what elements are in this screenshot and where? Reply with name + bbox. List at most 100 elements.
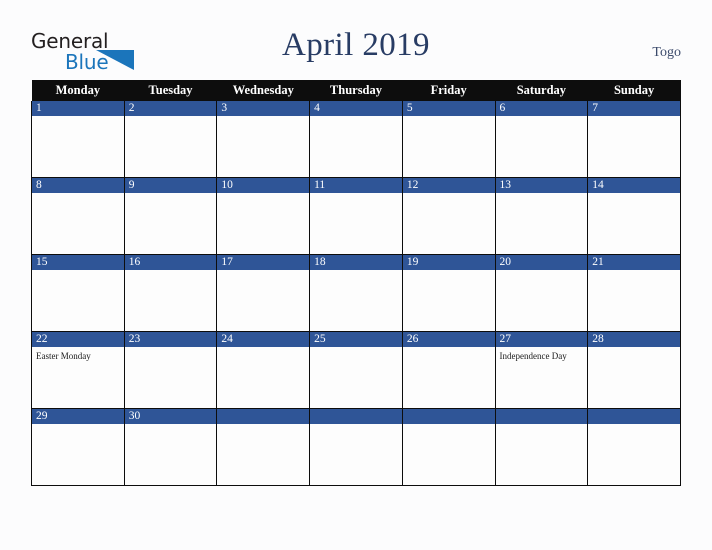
calendar-day-cell[interactable]: 30: [123, 408, 218, 486]
day-events: [588, 193, 680, 197]
day-cell-content: 20: [495, 255, 588, 331]
calendar-day-cell[interactable]: 11: [309, 177, 403, 255]
day-events: [217, 193, 309, 197]
calendar-day-cell[interactable]: 18: [309, 254, 403, 332]
day-number: 25: [310, 332, 402, 347]
calendar-day-cell[interactable]: 28: [587, 331, 681, 409]
holiday-event: Independence Day: [499, 351, 567, 361]
day-cell-content: 11: [310, 178, 402, 254]
calendar-day-cell[interactable]: 16: [123, 254, 218, 332]
day-events: [403, 116, 495, 120]
calendar-day-cell[interactable]: 1: [31, 101, 125, 178]
day-events: [125, 424, 217, 428]
day-number: 8: [32, 178, 124, 193]
calendar-day-cell[interactable]: [216, 408, 311, 486]
weekday-header-friday: Friday: [402, 80, 496, 101]
day-events: [32, 270, 124, 274]
day-number: 3: [217, 101, 310, 116]
calendar-day-cell[interactable]: 26: [401, 331, 496, 409]
calendar-day-cell[interactable]: 25: [309, 331, 403, 409]
weekday-header-wednesday: Wednesday: [216, 80, 310, 101]
calendar-day-cell[interactable]: [587, 408, 681, 486]
calendar-week-row: 22 Easter Monday 23 24 25 26 27 Independence Da…: [31, 331, 681, 409]
day-events: [310, 193, 402, 197]
day-number: [402, 409, 495, 424]
calendar-day-cell[interactable]: 22 Easter Monday: [31, 331, 125, 409]
day-number: 29: [32, 409, 124, 424]
day-cell-content: 23: [124, 332, 217, 408]
calendar-day-cell[interactable]: 19: [401, 254, 496, 332]
day-events: [403, 270, 495, 274]
calendar-day-cell[interactable]: 3: [216, 101, 311, 178]
calendar-day-cell[interactable]: 21: [587, 254, 681, 332]
day-events: [125, 270, 217, 274]
day-events: Easter Monday: [32, 347, 124, 362]
day-events: [125, 193, 217, 197]
day-cell-content: 7: [588, 101, 680, 177]
calendar-day-cell[interactable]: 24: [216, 331, 311, 409]
day-events: [588, 116, 680, 120]
day-cell-content: 12: [402, 178, 495, 254]
day-cell-content: 2: [124, 101, 217, 177]
calendar-day-cell[interactable]: 7: [587, 101, 681, 178]
calendar-day-cell[interactable]: 15: [31, 254, 125, 332]
day-events: [588, 270, 680, 274]
calendar-day-cell[interactable]: [309, 408, 403, 486]
day-cell-content: 9: [124, 178, 217, 254]
day-events: [496, 270, 588, 274]
day-number: [310, 409, 402, 424]
day-number: 11: [310, 178, 402, 193]
calendar-day-cell[interactable]: 9: [123, 177, 218, 255]
calendar-day-cell[interactable]: 6: [494, 101, 589, 178]
calendar-day-cell[interactable]: 20: [494, 254, 589, 332]
day-number: [217, 409, 310, 424]
day-events: [217, 424, 309, 428]
day-events: [32, 193, 124, 197]
calendar-day-cell[interactable]: 8: [31, 177, 125, 255]
day-number: 17: [217, 255, 310, 270]
calendar-day-cell[interactable]: 14: [587, 177, 681, 255]
calendar-day-cell[interactable]: 23: [123, 331, 218, 409]
weekday-header-monday: Monday: [31, 80, 125, 101]
day-events: [588, 347, 680, 351]
calendar-day-cell[interactable]: 17: [216, 254, 311, 332]
day-number: 22: [32, 332, 124, 347]
weekday-header-row: Monday Tuesday Wednesday Thursday Friday…: [31, 80, 681, 101]
calendar-day-cell[interactable]: 2: [123, 101, 218, 178]
page-title: April 2019: [282, 27, 430, 63]
day-number: 6: [495, 101, 588, 116]
calendar-day-cell[interactable]: 4: [309, 101, 403, 178]
day-cell-content: 13: [495, 178, 588, 254]
day-number: 4: [310, 101, 402, 116]
calendar-week-row: 29 30: [31, 408, 681, 486]
weekday-header-thursday: Thursday: [309, 80, 403, 101]
day-cell-content: 1: [32, 101, 124, 177]
day-cell-content: 30: [124, 409, 217, 485]
calendar-day-cell[interactable]: 27 Independence Day: [494, 331, 589, 409]
day-cell-content: 24: [217, 332, 310, 408]
day-cell-content: 28: [588, 332, 680, 408]
day-number: 26: [402, 332, 495, 347]
day-number: [495, 409, 588, 424]
day-events: [496, 424, 588, 428]
calendar-day-cell[interactable]: [494, 408, 589, 486]
calendar-grid: Monday Tuesday Wednesday Thursday Friday…: [31, 80, 681, 486]
calendar-day-cell[interactable]: 29: [31, 408, 125, 486]
day-cell-content: 6: [495, 101, 588, 177]
day-cell-content: 19: [402, 255, 495, 331]
day-number: 5: [402, 101, 495, 116]
calendar-day-cell[interactable]: [401, 408, 496, 486]
day-cell-content: 16: [124, 255, 217, 331]
calendar-day-cell[interactable]: 10: [216, 177, 311, 255]
calendar-day-cell[interactable]: 13: [494, 177, 589, 255]
day-cell-content: 29: [32, 409, 124, 485]
day-cell-content: 8: [32, 178, 124, 254]
day-cell-content: 18: [310, 255, 402, 331]
day-cell-content: 15: [32, 255, 124, 331]
day-number: 7: [588, 101, 680, 116]
calendar-day-cell[interactable]: 5: [401, 101, 496, 178]
weekday-header-tuesday: Tuesday: [124, 80, 217, 101]
day-cell-content: 10: [217, 178, 310, 254]
calendar-day-cell[interactable]: 12: [401, 177, 496, 255]
day-number: 27: [495, 332, 588, 347]
